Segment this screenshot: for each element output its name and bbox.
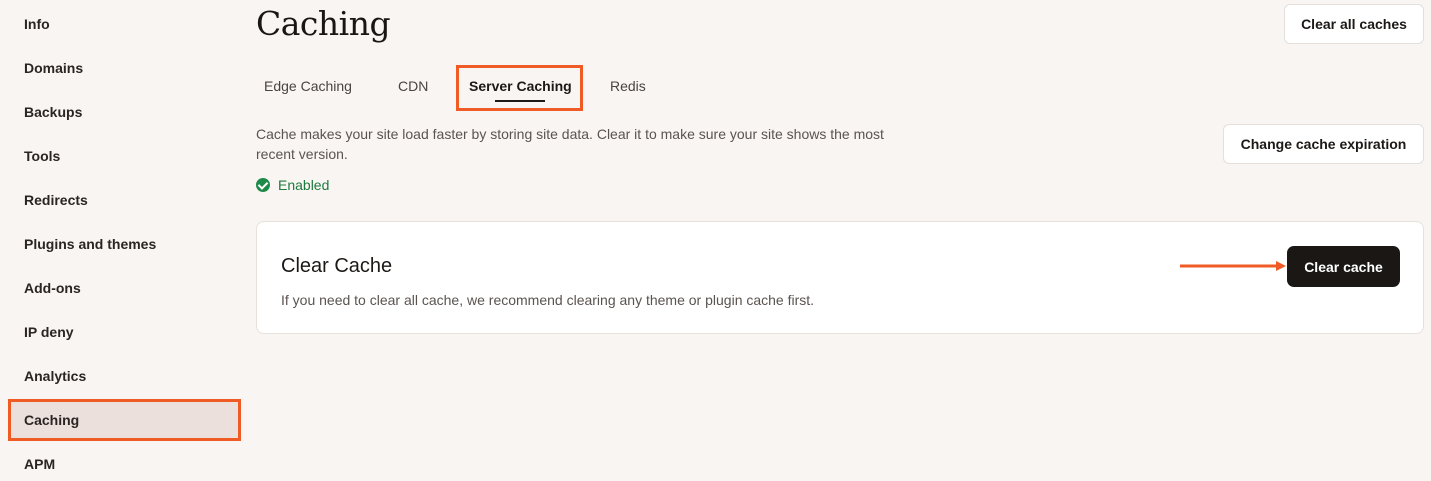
sidebar-item-caching[interactable]: Caching — [24, 411, 79, 429]
check-circle-icon — [256, 178, 270, 192]
sidebar: Info Domains Backups Tools Redirects Plu… — [0, 0, 241, 481]
tab-cdn[interactable]: CDN — [398, 77, 428, 95]
sidebar-item-tools[interactable]: Tools — [24, 147, 60, 165]
clear-cache-button[interactable]: Clear cache — [1287, 246, 1400, 287]
active-tab-indicator — [495, 100, 545, 102]
tab-edge-caching[interactable]: Edge Caching — [264, 77, 352, 95]
change-cache-expiration-button[interactable]: Change cache expiration — [1223, 124, 1424, 164]
sidebar-item-backups[interactable]: Backups — [24, 103, 82, 121]
tab-redis[interactable]: Redis — [610, 77, 646, 95]
clear-cache-card: Clear Cache If you need to clear all cac… — [256, 221, 1424, 334]
cache-description: Cache makes your site load faster by sto… — [256, 126, 884, 162]
sidebar-item-info[interactable]: Info — [24, 15, 50, 33]
sidebar-item-apm[interactable]: APM — [24, 455, 55, 473]
status-text: Enabled — [278, 177, 330, 193]
cache-status: Enabled — [256, 177, 329, 193]
sidebar-item-domains[interactable]: Domains — [24, 59, 83, 77]
page-title: Caching — [256, 4, 391, 43]
clear-all-caches-button[interactable]: Clear all caches — [1284, 4, 1424, 44]
sidebar-item-redirects[interactable]: Redirects — [24, 191, 88, 209]
sidebar-item-ip-deny[interactable]: IP deny — [24, 323, 74, 341]
sidebar-item-plugins-and-themes[interactable]: Plugins and themes — [24, 235, 156, 253]
tab-server-caching[interactable]: Server Caching — [469, 77, 572, 95]
card-description: If you need to clear all cache, we recom… — [281, 292, 815, 308]
sidebar-item-add-ons[interactable]: Add-ons — [24, 279, 81, 297]
card-title: Clear Cache — [281, 255, 393, 277]
annotation-arrow-icon — [1180, 261, 1286, 271]
sidebar-item-analytics[interactable]: Analytics — [24, 367, 86, 385]
